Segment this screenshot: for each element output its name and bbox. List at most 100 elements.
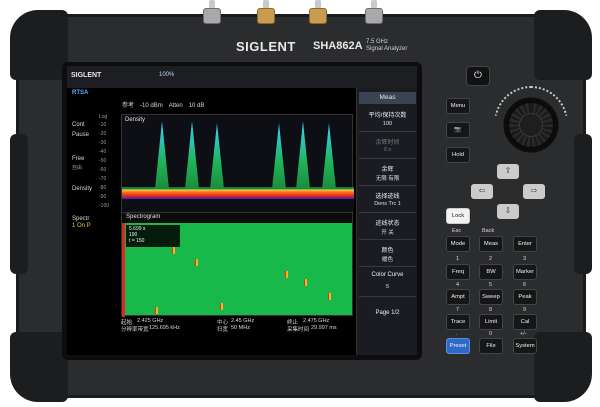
hop-mark	[155, 307, 158, 314]
softkey-select-trace-label[interactable]: 选择迹线	[359, 191, 416, 200]
cal-key[interactable]: Cal	[513, 314, 537, 330]
spectrogram-title-bar: Spectrogram	[122, 213, 352, 223]
marker-key[interactable]: Marker	[513, 264, 537, 280]
softkey-trace-state-label[interactable]: 迹线状态	[359, 218, 416, 227]
y-tick: -70	[99, 176, 107, 182]
num-sub-label: 5	[489, 282, 493, 288]
span-value: 50 MHz	[231, 325, 250, 331]
softkey-color-curve-value[interactable]: 5	[359, 284, 416, 290]
esc-sub-label: Esc	[452, 228, 462, 234]
screen-logo: SIGLENT	[71, 72, 102, 79]
num-sub-label: 1	[456, 256, 460, 262]
y-tick: -10	[99, 122, 107, 128]
num-sub-label: +/-	[520, 331, 527, 337]
model-name: SHA862A	[313, 40, 363, 52]
frequency-info: 起始 2.425 GHz 分辨率带宽 125.695 kHz 中心 2.45 G…	[119, 316, 355, 346]
num-sub-label: 9	[523, 307, 527, 313]
stop-value: 2.475 GHz	[303, 318, 330, 324]
preset-key[interactable]: Preset	[446, 338, 470, 354]
signal-peak	[185, 121, 199, 189]
menu-header[interactable]: Meas	[359, 92, 416, 104]
softkey-persist-value[interactable]: 0 s	[359, 147, 416, 153]
softkey-select-trace-value[interactable]: Dens Trc 1	[359, 201, 416, 207]
time-marker-bar	[122, 223, 125, 317]
arrow-down-key[interactable]: ⇩	[497, 204, 519, 219]
signal-peak	[155, 121, 169, 189]
power-button[interactable]: ⏻	[466, 66, 490, 86]
spectrogram-title: Spectrogram	[126, 214, 161, 220]
softkey-color-label[interactable]: 颜色	[359, 245, 416, 254]
hop-mark	[172, 247, 175, 254]
display-screen: SIGLENT 100% RTSA Cont Pause Free 自由 Den…	[67, 66, 417, 355]
hop-mark	[304, 279, 307, 286]
rf-connector	[365, 0, 383, 28]
mode-label: RTSA	[72, 90, 89, 96]
menu-key[interactable]: Menu	[446, 98, 470, 114]
y-tick: -60	[99, 167, 107, 173]
system-key[interactable]: System	[513, 338, 537, 354]
menu-divider	[359, 212, 416, 213]
hop-mark	[195, 259, 198, 266]
noise-band	[122, 189, 354, 199]
enter-key[interactable]: Enter	[513, 236, 537, 252]
sweep-key[interactable]: Sweep	[479, 289, 503, 305]
softkey-avg-label[interactable]: 平均/保持次数	[359, 110, 416, 119]
softkey-page[interactable]: Page 1/2	[359, 310, 416, 316]
acq-value: 29.997 ms	[311, 325, 337, 331]
density-mode-label: Density	[72, 186, 93, 192]
softkey-trace-state-value[interactable]: 开 关	[359, 228, 416, 236]
ref-label: 参考	[122, 103, 135, 109]
softkey-persist-label[interactable]: 余辉时间	[359, 137, 416, 146]
hop-mark	[285, 271, 288, 278]
arrow-right-key[interactable]: ⇨	[523, 184, 545, 199]
menu-divider	[359, 131, 416, 132]
lock-key[interactable]: Lock	[446, 208, 470, 224]
reference-row: 参考 -10 dBm Atten 10 dB	[122, 100, 210, 109]
y-tick: -30	[99, 140, 107, 146]
hold-key[interactable]: Hold	[446, 147, 470, 163]
y-tick: -20	[99, 131, 107, 137]
free-label: Free	[72, 156, 85, 162]
menu-divider	[359, 239, 416, 240]
atten-label: Atten	[168, 103, 183, 109]
side-grip	[574, 134, 592, 274]
softkey-color-value[interactable]: 暖色	[359, 255, 416, 263]
bw-key[interactable]: BW	[479, 264, 503, 280]
rf-connector	[203, 0, 221, 28]
trace-key[interactable]: Trace	[446, 314, 470, 330]
limit-key[interactable]: Limit	[479, 314, 503, 330]
brand-logo: SIGLENT	[236, 39, 296, 54]
camera-key[interactable]: 📷	[446, 122, 470, 138]
knob-center[interactable]	[519, 113, 543, 137]
softkey-color-curve-label[interactable]: Color Curve	[359, 272, 416, 278]
rf-connector	[257, 0, 275, 28]
start-value: 2.425 GHz	[137, 318, 164, 324]
atten-value: 10 dB	[188, 103, 205, 109]
arrow-left-key[interactable]: ⇦	[471, 184, 493, 199]
cont-label: Cont	[72, 122, 85, 128]
arrow-up-key[interactable]: ⇧	[497, 164, 519, 179]
side-grip	[10, 134, 28, 274]
softkey-afterglow-label[interactable]: 余辉	[359, 164, 416, 173]
mode-key[interactable]: Mode	[446, 236, 470, 252]
density-svg	[122, 121, 354, 213]
rubber-corner	[10, 10, 68, 80]
ampt-key[interactable]: Ampt	[446, 289, 470, 305]
softkey-afterglow-value[interactable]: 无限 有限	[359, 174, 416, 182]
y-tick: -80	[99, 185, 107, 191]
num-sub-label: .	[456, 331, 458, 337]
menu-divider	[359, 266, 416, 267]
meas-key[interactable]: Meas	[479, 236, 503, 252]
file-key[interactable]: File	[479, 338, 503, 354]
y-tick: -50	[99, 158, 107, 164]
span-label: 扫宽	[217, 327, 229, 333]
signal-peak	[272, 123, 286, 189]
y-tick: -40	[99, 149, 107, 155]
softkey-avg-value[interactable]: 100	[359, 121, 416, 127]
rbw-value: 125.695 kHz	[149, 325, 180, 331]
freq-key[interactable]: Freq	[446, 264, 470, 280]
menu-divider	[359, 296, 416, 297]
scale-label: Log	[99, 114, 108, 120]
peak-key[interactable]: Peak	[513, 289, 537, 305]
back-sub-label: Back	[482, 228, 495, 234]
